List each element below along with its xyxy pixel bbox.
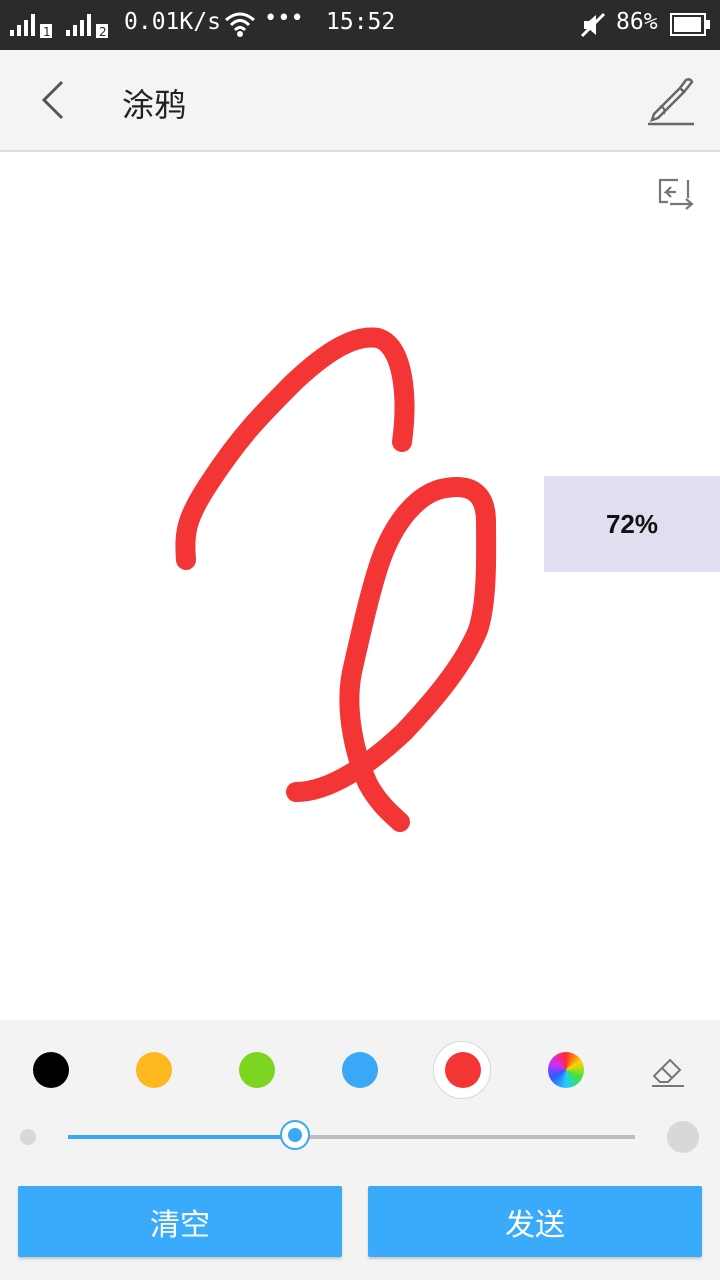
brush-size-slider[interactable]	[68, 1120, 635, 1150]
app-header: 涂鸦	[0, 50, 720, 152]
battery-percent: 86%	[616, 9, 658, 35]
sim1-label: 1	[43, 25, 51, 39]
color-swatch-orange[interactable]	[136, 1052, 172, 1088]
color-swatch-black[interactable]	[33, 1052, 69, 1088]
color-swatch-red[interactable]	[445, 1052, 481, 1088]
color-swatch-green[interactable]	[239, 1052, 275, 1088]
swap-icon[interactable]	[656, 174, 696, 214]
color-palette-picker[interactable]	[548, 1052, 584, 1088]
brush-size-slider-fill	[68, 1135, 295, 1139]
clock: 15:52	[326, 9, 396, 35]
send-button[interactable]: 发送	[368, 1186, 702, 1257]
more-notifications: •••	[264, 6, 304, 31]
eraser-icon[interactable]	[648, 1050, 688, 1090]
drawing-canvas[interactable]: 72%	[0, 152, 720, 1020]
network-speed: 0.01K/s	[124, 9, 221, 35]
brush-size-slider-thumb[interactable]	[280, 1120, 310, 1150]
battery-icon	[670, 13, 710, 36]
zoom-level-badge: 72%	[544, 476, 720, 572]
color-swatch-blue[interactable]	[342, 1052, 378, 1088]
pen-signature-icon[interactable]	[644, 74, 698, 128]
brush-size-max-indicator	[667, 1121, 699, 1153]
page-title: 涂鸦	[122, 86, 187, 124]
brush-toolbar: 清空 发送	[0, 1020, 720, 1280]
chevron-left-icon[interactable]	[38, 78, 70, 122]
clear-button[interactable]: 清空	[18, 1186, 342, 1257]
sim2-label: 2	[99, 25, 107, 39]
wifi-icon	[225, 12, 255, 37]
signal-icon-sim1: 1	[10, 14, 52, 39]
brush-size-min-indicator	[20, 1129, 36, 1145]
signal-icon-sim2: 2	[66, 14, 108, 39]
doodle-stroke	[175, 327, 497, 832]
status-bar: 1 2 0.01K/s ••• 15:52 86%	[0, 0, 720, 50]
mute-icon	[580, 12, 606, 38]
